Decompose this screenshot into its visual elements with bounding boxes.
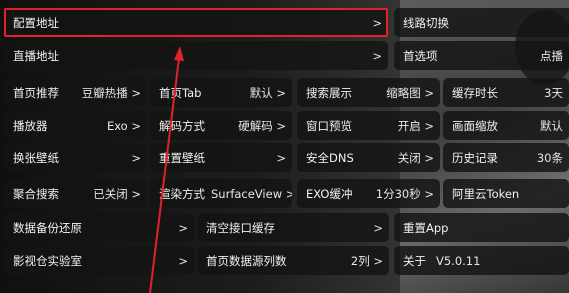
- annotation-arrow-icon: [149, 46, 184, 293]
